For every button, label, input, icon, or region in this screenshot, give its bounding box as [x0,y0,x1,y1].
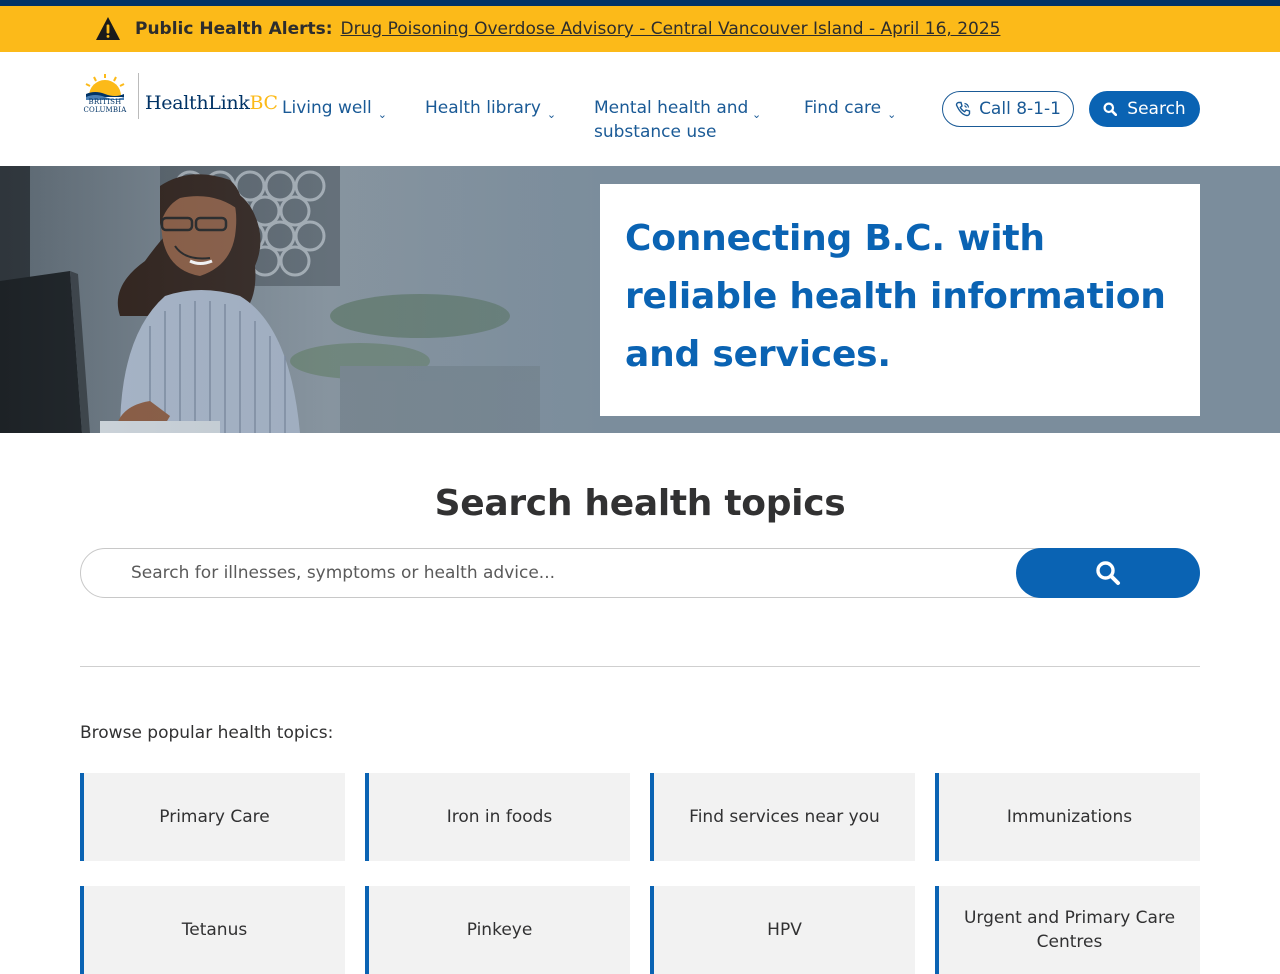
healthlinkbc-logo[interactable]: BRITISH COLUMBIA HealthLinkBC [80,72,278,120]
alert-title: Public Health Alerts: [135,19,333,39]
hero-heading: Connecting B.C. with reliable health inf… [625,218,1166,375]
chevron-down-icon: ⌄ [546,108,557,121]
gov-name-line1: BRITISH [88,98,122,106]
call-811-label: Call 8-1-1 [979,99,1061,119]
sun-icon [85,74,125,100]
nav-item-find-care[interactable]: Find care ⌄ [804,96,914,144]
nav-item-label: Living well [282,98,372,118]
hero-card: Connecting B.C. with reliable health inf… [600,184,1200,416]
site-header: BRITISH COLUMBIA HealthLinkBC Living wel… [0,52,1280,166]
call-811-button[interactable]: Call 8-1-1 [942,91,1074,127]
topic-tile-iron-in-foods[interactable]: Iron in foods [365,773,630,861]
search-icon [1103,102,1118,116]
header-search-button[interactable]: Search [1089,91,1200,127]
search-submit-button[interactable] [1016,548,1200,598]
nav-item-label: Health library [425,98,541,118]
search-section: Search health topics Browse popular heal… [0,433,1280,743]
browse-label: Browse popular health topics: [80,723,334,743]
logo-name-main: HealthLink [145,92,250,114]
topic-tile-pinkeye[interactable]: Pinkeye [365,886,630,974]
hero-banner: Connecting B.C. with reliable health inf… [0,166,1280,433]
search-bar [80,548,1200,598]
nav-item-label: Mental health and substance use [594,98,749,142]
chevron-down-icon: ⌄ [752,108,762,121]
search-title: Search health topics [434,483,846,524]
phone-icon [955,101,971,117]
section-divider [80,666,1200,667]
logo-name-bc: BC [249,92,279,114]
nav-item-label: Find care [804,98,882,118]
alert-link[interactable]: Drug Poisoning Overdose Advisory - Centr… [341,19,1001,39]
public-health-alert-banner: Public Health Alerts: Drug Poisoning Ove… [0,6,1280,52]
topic-tile-primary-care[interactable]: Primary Care [80,773,345,861]
logo-separator [138,73,139,119]
topic-tile-find-services[interactable]: Find services near you [650,773,915,861]
bc-government-mark: BRITISH COLUMBIA [80,72,130,120]
topic-tile-tetanus[interactable]: Tetanus [80,886,345,974]
chevron-down-icon: ⌄ [887,108,897,121]
topic-tile-urgent-primary-care[interactable]: Urgent and Primary Care Centres [935,886,1200,974]
logo-wordmark: HealthLinkBC [145,92,278,114]
warning-icon [96,17,120,40]
header-search-label: Search [1127,99,1186,119]
topic-tile-hpv[interactable]: HPV [650,886,915,974]
chevron-down-icon: ⌄ [377,108,387,121]
search-input[interactable] [80,548,1040,598]
topic-tile-immunizations[interactable]: Immunizations [935,773,1200,861]
main-nav: Living well ⌄ Health library ⌄ Mental heal… [282,96,914,144]
gov-name-line2: COLUMBIA [83,106,127,114]
hero-photo-call-centre-agent [0,166,600,433]
nav-item-mental-health[interactable]: Mental health and substance use ⌄ [594,96,804,144]
nav-item-health-library[interactable]: Health library ⌄ [425,96,594,144]
nav-item-living-well[interactable]: Living well ⌄ [282,96,425,144]
search-icon [1096,561,1120,585]
